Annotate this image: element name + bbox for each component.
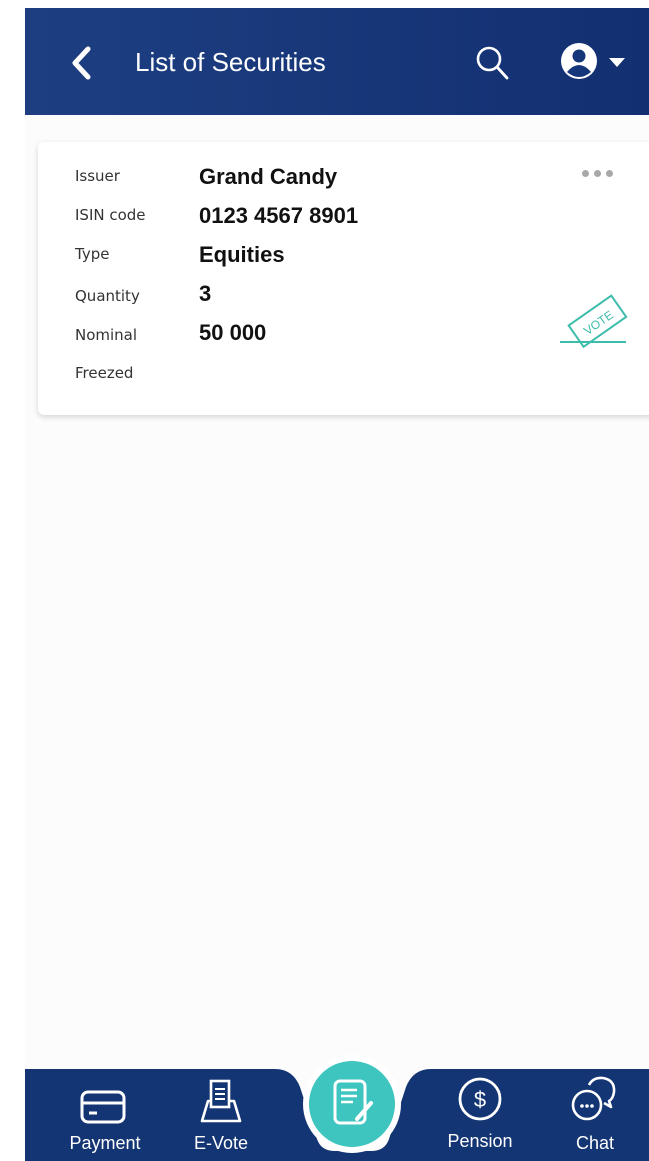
ballot-box-icon [200,1079,242,1123]
card-icon [80,1090,126,1124]
nav-securities-button[interactable] [309,1061,395,1147]
nominal-label: Nominal [75,326,138,344]
chat-bubbles-icon [571,1076,616,1121]
quantity-label: Quantity [75,287,140,305]
nav-evote[interactable]: E-Vote [178,1069,264,1161]
freezed-label: Freezed [75,364,134,382]
security-card[interactable]: Issuer Grand Candy ISIN code 0123 4567 8… [38,142,649,415]
vote-button[interactable]: VOTE [558,294,638,354]
more-options-button[interactable] [582,164,642,180]
profile-menu-button[interactable] [559,41,649,81]
nav-pension[interactable]: $ Pension [435,1069,525,1161]
search-icon [476,46,509,80]
bottom-navigation: Payment E-Vote $ Pension Chat [25,1061,649,1161]
nav-chat-label: Chat [575,1133,615,1153]
nav-evote-label: E-Vote [193,1133,249,1153]
nav-payment[interactable]: Payment [55,1069,155,1161]
app-screen: List of Securities Issuer Grand Candy IS… [25,8,649,1161]
dollar-coin-icon: $ [458,1077,502,1121]
securities-document-icon [333,1079,373,1125]
page-title: List of Securities [135,47,326,77]
dot [594,170,601,177]
chevron-left-icon [72,46,91,80]
vote-ballot-icon: VOTE [560,294,628,349]
type-value: Equities [199,242,285,267]
search-button[interactable] [474,44,510,82]
issuer-value: Grand Candy [199,164,338,189]
issuer-label: Issuer [75,167,120,185]
type-label: Type [75,245,110,263]
nominal-value: 50 000 [199,320,267,345]
svg-text:$: $ [474,1087,486,1112]
quantity-value: 3 [199,281,212,306]
dot [606,170,613,177]
nav-pension-label: Pension [447,1131,513,1151]
app-header: List of Securities [25,8,649,115]
dot [582,170,589,177]
user-avatar-icon [561,43,597,79]
nav-chat[interactable]: Chat [555,1069,635,1161]
caret-down-icon [609,58,625,67]
back-button[interactable] [67,45,97,81]
nav-payment-label: Payment [69,1133,141,1153]
isin-value: 0123 4567 8901 [199,203,359,228]
isin-label: ISIN code [75,206,146,224]
